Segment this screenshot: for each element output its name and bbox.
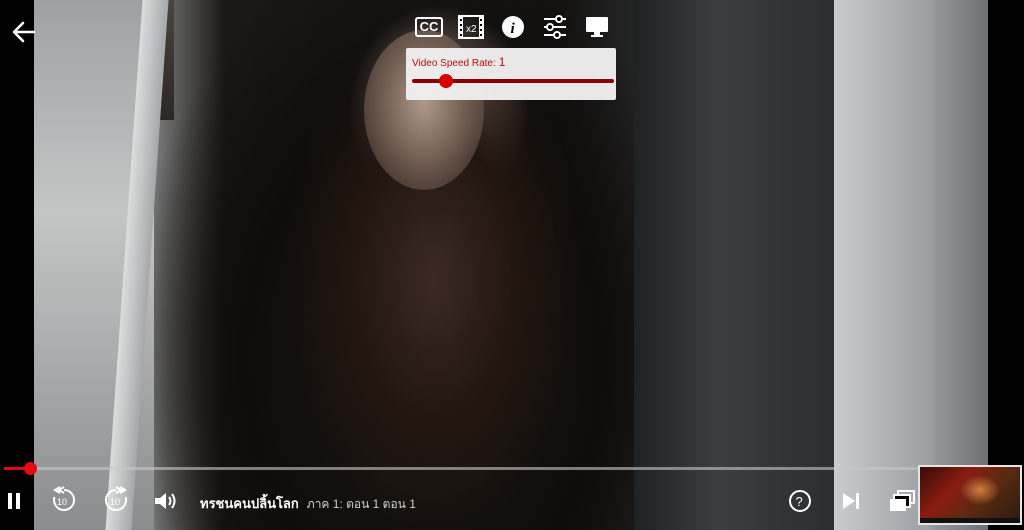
arrow-left-icon [12, 21, 36, 43]
help-button[interactable]: ? [787, 488, 813, 514]
display-button[interactable] [576, 10, 618, 44]
info-icon: i [502, 16, 524, 38]
back-button[interactable] [10, 18, 40, 46]
progress-bar[interactable] [4, 462, 1020, 475]
svg-text:x2: x2 [466, 24, 477, 35]
window-frame [105, 0, 169, 530]
title-block: ทรชนคนปลิ้นโลก ภาค 1: ตอน 1 ตอน 1 [200, 493, 416, 511]
forward-10-icon: 10 [104, 486, 127, 511]
settings-button[interactable] [534, 10, 576, 44]
volume-button[interactable] [152, 488, 180, 514]
show-title: ทรชนคนปลิ้นโลก [200, 496, 299, 511]
thumbnail-bar [920, 518, 1020, 523]
top-toolbar: CC x2 i [408, 10, 618, 46]
wall-panel [34, 0, 169, 530]
speed-rate-label-text: Video Speed Rate: [412, 58, 496, 69]
svg-text:?: ? [796, 494, 803, 509]
playback-speed-button[interactable]: x2 [450, 10, 492, 44]
film-speed-icon: x2 [458, 15, 484, 39]
thumbnail-glow [960, 475, 1000, 505]
subtitles-button[interactable]: CC [408, 10, 450, 44]
speed-rate-value: 1 [498, 55, 506, 69]
next-episode-icon [843, 493, 859, 509]
episode-info: ภาค 1: ตอน 1 ตอน 1 [306, 497, 416, 511]
speed-rate-label: Video Speed Rate: 1 [412, 55, 505, 69]
rewind-10-icon: 10 [53, 486, 76, 511]
episodes-list-icon [890, 490, 915, 511]
forward-seconds: 10 [110, 497, 120, 507]
info-button[interactable]: i [492, 10, 534, 44]
forward-10-button[interactable]: 10 [102, 486, 130, 514]
rewind-seconds: 10 [57, 497, 67, 507]
display-icon [586, 17, 608, 37]
preview-thumbnail[interactable] [918, 465, 1022, 525]
pillar-light [834, 0, 934, 530]
speed-rate-slider-thumb[interactable] [439, 74, 454, 88]
help-circle-icon: ? [789, 490, 811, 512]
settings-sliders-icon [544, 15, 566, 39]
next-episode-button[interactable] [838, 488, 864, 514]
subtitles-icon: CC [414, 17, 444, 37]
pause-button[interactable] [2, 488, 26, 514]
rewind-10-button[interactable]: 10 [50, 486, 78, 514]
episodes-button[interactable] [887, 488, 917, 514]
speed-rate-slider[interactable] [412, 74, 614, 88]
volume-icon [155, 493, 176, 509]
pillar-dark [634, 0, 844, 530]
speed-rate-panel: Video Speed Rate: 1 [406, 48, 616, 100]
pause-icon [8, 493, 20, 509]
